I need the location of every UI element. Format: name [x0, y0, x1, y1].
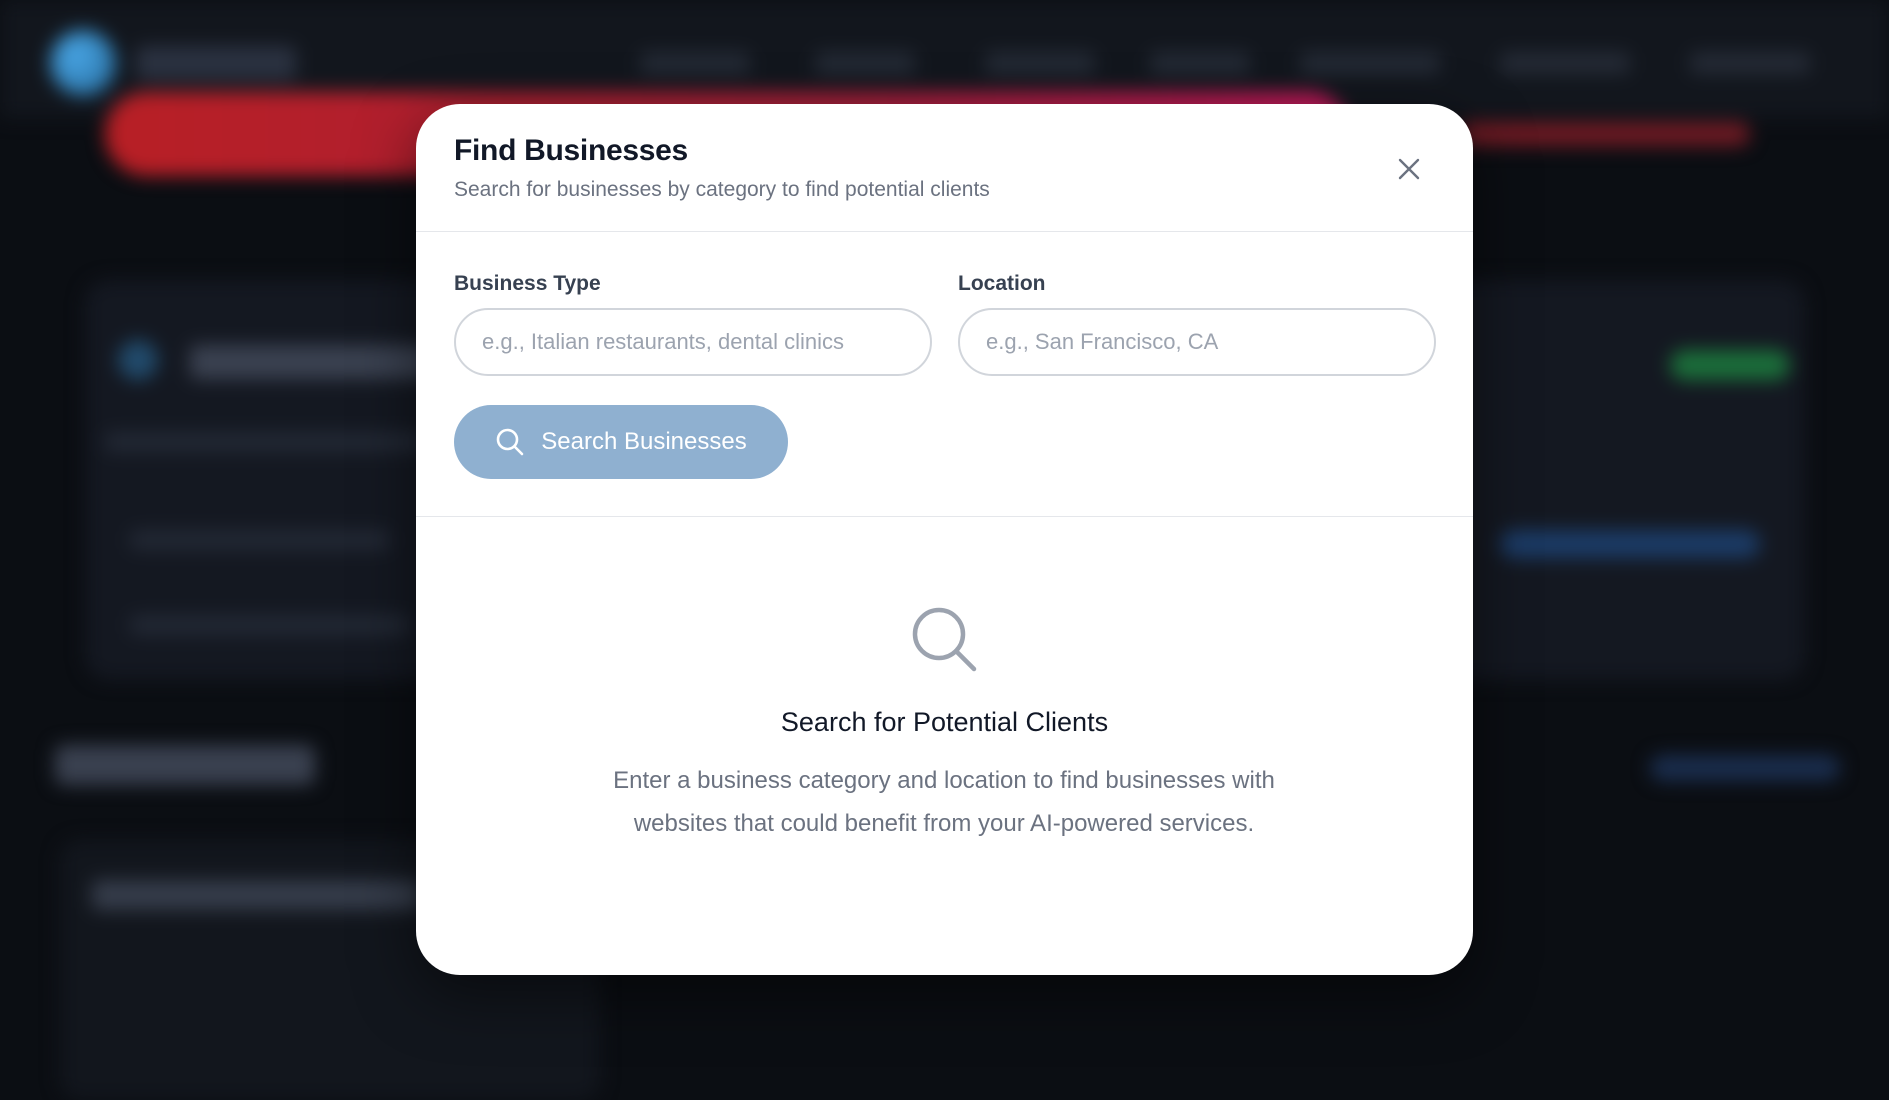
background-card-title — [190, 345, 430, 379]
background-link — [1500, 530, 1760, 558]
background-text-line — [130, 530, 390, 550]
background-card-2-title — [92, 880, 422, 910]
background-nav-item — [1150, 52, 1250, 74]
search-businesses-button[interactable]: Search Businesses — [454, 405, 788, 479]
modal-header: Find Businesses Search for businesses by… — [416, 104, 1473, 232]
close-icon — [1398, 158, 1420, 180]
business-type-label: Business Type — [454, 272, 601, 295]
modal-subtitle: Search for businesses by category to fin… — [454, 178, 990, 201]
modal-title: Find Businesses — [454, 134, 688, 167]
background-banner-accent — [1460, 122, 1750, 146]
search-button-label: Search Businesses — [541, 428, 747, 455]
search-icon — [912, 607, 977, 672]
search-icon — [496, 428, 524, 456]
location-label: Location — [958, 272, 1046, 295]
background-nav-item — [985, 52, 1095, 74]
background-text-line — [105, 432, 425, 452]
background-nav-item — [1500, 52, 1630, 74]
business-type-input[interactable] — [454, 308, 932, 376]
empty-state-title: Search for Potential Clients — [780, 707, 1109, 737]
background-section-title — [55, 745, 315, 785]
find-businesses-modal: Find Businesses Search for businesses by… — [416, 104, 1473, 975]
background-nav-item — [1690, 52, 1810, 74]
background-nav-item — [815, 52, 915, 74]
background-status-badge — [1670, 350, 1790, 380]
background-card-icon — [118, 340, 158, 380]
search-form: Business Type Location Search Businesses — [416, 232, 1473, 517]
background-nav-item — [1300, 52, 1440, 74]
empty-state-description: Enter a business category and location t… — [613, 767, 1275, 837]
empty-state: Search for Potential Clients Enter a bus… — [416, 517, 1473, 975]
close-button[interactable] — [1390, 150, 1428, 188]
background-text-line — [130, 615, 410, 635]
background-nav-item — [640, 52, 750, 74]
background-logo — [50, 30, 116, 96]
location-input[interactable] — [958, 308, 1436, 376]
background-action — [1650, 755, 1840, 781]
background-brand — [136, 46, 296, 80]
